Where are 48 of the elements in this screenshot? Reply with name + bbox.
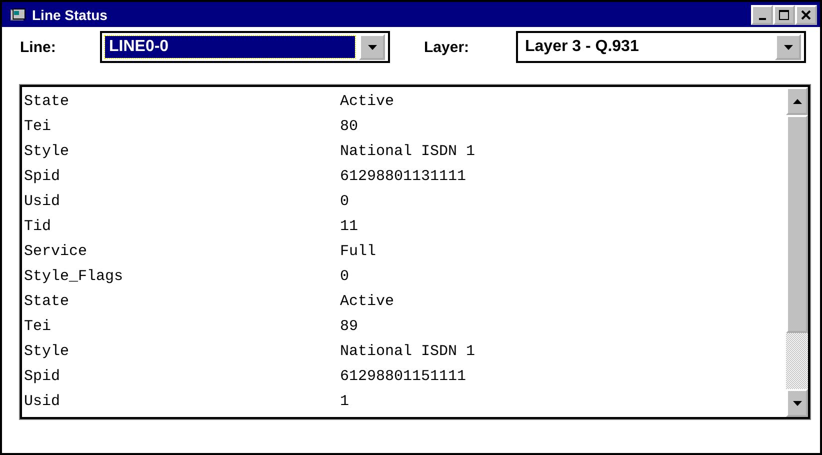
down-arrow-icon — [792, 400, 802, 406]
property-value: 61298801151111 — [340, 368, 466, 385]
field-label: Layer: — [424, 38, 470, 56]
property-value: National ISDN 1 — [340, 143, 476, 160]
property-name: Style_Flags — [24, 268, 124, 285]
property-value: 0 — [340, 268, 350, 285]
minimize-icon — [758, 18, 766, 20]
property-value: Active — [340, 293, 394, 310]
scroll-thumb[interactable] — [786, 115, 808, 333]
property-value: 61298801131111 — [340, 168, 466, 185]
down-arrow-icon — [784, 44, 792, 50]
down-arrow-icon — [368, 44, 376, 50]
close-button[interactable] — [795, 4, 817, 24]
property-name: State — [24, 293, 70, 310]
property-name: Service — [24, 243, 88, 260]
property-name: Style — [24, 343, 70, 360]
field-label: Line: — [20, 38, 57, 56]
property-name: Usid — [24, 193, 62, 210]
scroll-down-button[interactable] — [786, 389, 808, 417]
up-arrow-icon — [792, 98, 802, 104]
property-value: 0 — [340, 193, 350, 210]
property-value: 11 — [340, 218, 358, 235]
property-value: 89 — [340, 318, 358, 335]
property-name: Tid — [24, 218, 52, 235]
property-name: Spid — [24, 168, 62, 185]
property-value: Full — [340, 243, 376, 260]
minimize-button[interactable] — [751, 4, 773, 24]
close-icon — [801, 10, 811, 20]
scroll-up-button[interactable] — [786, 87, 808, 115]
maximize-button[interactable] — [773, 4, 795, 24]
dropdown-button[interactable] — [775, 34, 801, 60]
window-icon — [10, 8, 26, 22]
window-title: Line Status — [32, 6, 108, 22]
property-name: Style — [24, 143, 70, 160]
property-name: Spid — [24, 368, 62, 385]
dropdown[interactable]: LINE0-0 — [100, 31, 390, 63]
property-value: National ISDN 1 — [340, 343, 476, 360]
property-name: Tei — [24, 118, 52, 135]
property-name: Tei — [24, 318, 52, 335]
property-value: 80 — [340, 118, 358, 135]
property-name: State — [24, 93, 70, 110]
property-name: Usid — [24, 393, 62, 410]
scrollbar[interactable] — [786, 87, 808, 417]
property-value: 1 — [340, 393, 350, 410]
dropdown[interactable]: Layer 3 - Q.931 — [516, 31, 806, 63]
maximize-icon — [779, 10, 789, 20]
dropdown-button[interactable] — [359, 34, 385, 60]
property-value: Active — [340, 93, 394, 110]
